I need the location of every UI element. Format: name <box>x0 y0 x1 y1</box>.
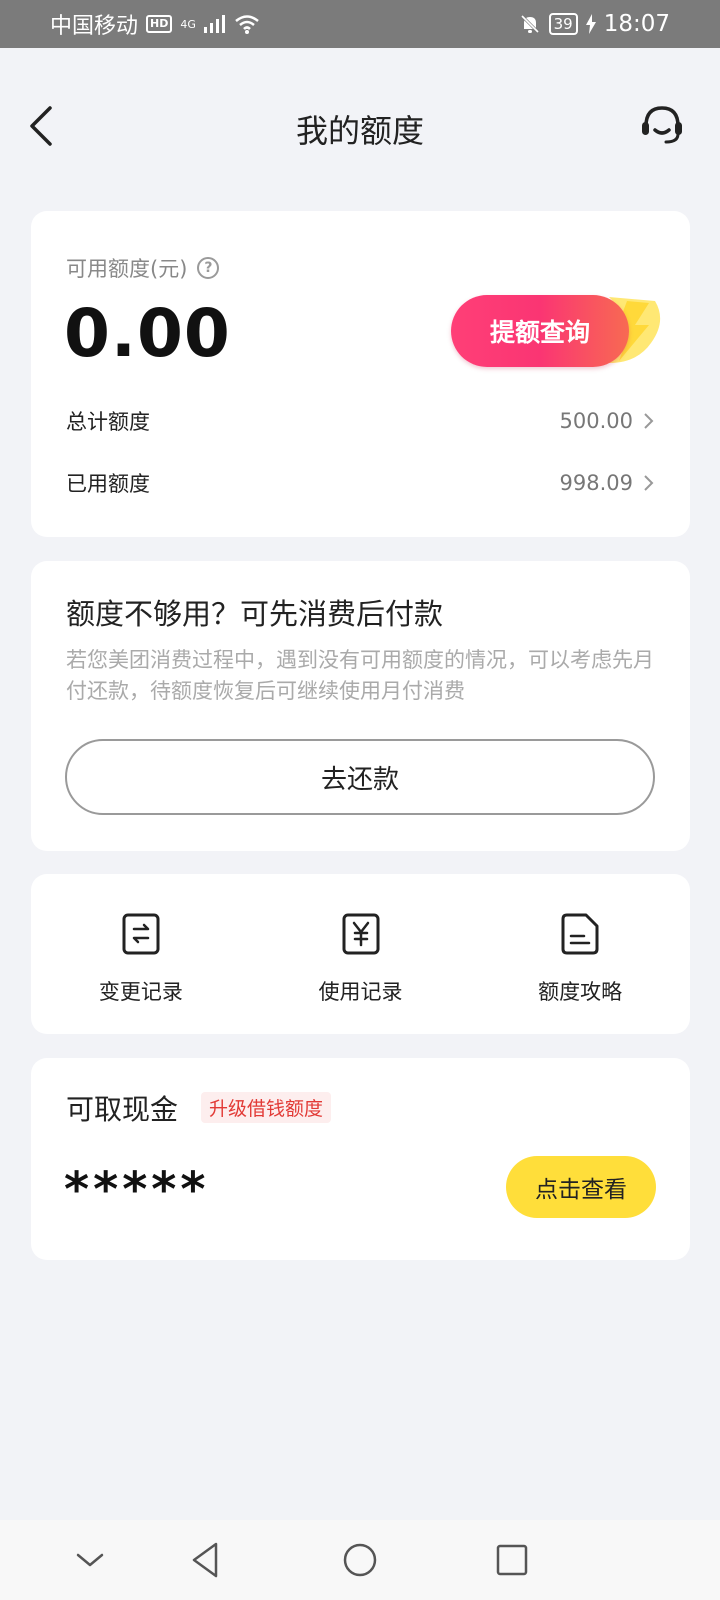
view-cash-button[interactable]: 点击查看 <box>506 1156 656 1218</box>
clock: 18:07 <box>603 11 670 37</box>
total-credit-row[interactable]: 总计额度 500.00 <box>66 401 655 441</box>
used-credit-value-group: 998.09 <box>560 471 655 495</box>
network-type: 4G <box>180 17 196 31</box>
circle-home-icon <box>343 1543 377 1577</box>
credit-card: 可用额度(元) ? 0.00 提额查询 总计额度 500.00 已用额度 998… <box>31 211 690 537</box>
used-credit-value: 998.09 <box>559 471 633 495</box>
available-credit-amount: 0.00 <box>64 295 231 372</box>
charging-icon <box>585 14 596 34</box>
bell-muted-icon <box>520 14 539 34</box>
document-guide-icon <box>561 913 599 955</box>
available-credit-label: 可用额度(元) <box>66 257 188 281</box>
square-recents-icon <box>496 1544 528 1576</box>
battery-indicator: 39 <box>548 13 578 35</box>
pay-later-title: 额度不够用？可先消费后付款 <box>66 597 444 631</box>
credit-guide-button[interactable]: 额度攻略 <box>470 874 690 1034</box>
usage-record-button[interactable]: 使用记录 <box>251 874 471 1034</box>
raise-limit-label: 提额查询 <box>451 295 629 367</box>
cash-title: 可取现金 <box>66 1093 179 1126</box>
raise-limit-button[interactable]: 提额查询 <box>449 291 679 369</box>
signal-icon <box>203 15 225 33</box>
chevron-down-icon <box>76 1553 104 1567</box>
cash-card: 可取现金 升级借钱额度 ***** 点击查看 <box>31 1058 690 1260</box>
header: 我的额度 <box>0 48 720 208</box>
hd-badge: HD <box>146 15 173 33</box>
carrier-name: 中国移动 <box>50 14 139 39</box>
chevron-right-icon <box>644 475 654 491</box>
nav-recents-button[interactable] <box>488 1536 536 1584</box>
yuan-record-icon <box>342 913 379 955</box>
exchange-record-icon <box>122 913 160 955</box>
question-icon[interactable]: ? <box>197 257 220 279</box>
total-credit-value-group: 500.00 <box>560 409 655 433</box>
system-nav-bar <box>0 1520 720 1600</box>
change-record-label: 变更记录 <box>98 980 183 1004</box>
triangle-back-icon <box>192 1542 218 1578</box>
change-record-button[interactable]: 变更记录 <box>31 874 251 1034</box>
nav-back-button[interactable] <box>182 1536 230 1584</box>
chevron-right-icon <box>644 413 654 429</box>
pay-later-card: 额度不够用？可先消费后付款 若您美团消费过程中，遇到没有可用额度的情况，可以考虑… <box>31 561 690 851</box>
status-bar: 中国移动 HD 4G 39 18:07 <box>0 0 720 48</box>
nav-home-button[interactable] <box>336 1536 384 1584</box>
used-credit-row[interactable]: 已用额度 998.09 <box>66 463 655 503</box>
upgrade-loan-badge: 升级借钱额度 <box>201 1092 332 1123</box>
used-credit-label: 已用额度 <box>66 472 150 496</box>
quick-actions-card: 变更记录 使用记录 额度攻略 <box>31 874 690 1034</box>
headset-icon <box>642 106 682 144</box>
customer-service-button[interactable] <box>638 100 686 148</box>
total-credit-value: 500.00 <box>559 409 633 433</box>
page-title: 我的额度 <box>295 112 424 150</box>
total-credit-label: 总计额度 <box>66 410 150 434</box>
available-credit-label-row: 可用额度(元) ? <box>66 253 220 283</box>
wifi-icon <box>235 15 259 34</box>
pay-later-description: 若您美团消费过程中，遇到没有可用额度的情况，可以考虑先月付还款，待额度恢复后可继… <box>66 648 654 703</box>
repay-button[interactable]: 去还款 <box>65 739 655 815</box>
nav-collapse-button[interactable] <box>66 1536 114 1584</box>
credit-guide-label: 额度攻略 <box>538 980 623 1004</box>
usage-record-label: 使用记录 <box>318 980 403 1004</box>
hidden-cash-amount: ***** <box>64 1162 210 1218</box>
